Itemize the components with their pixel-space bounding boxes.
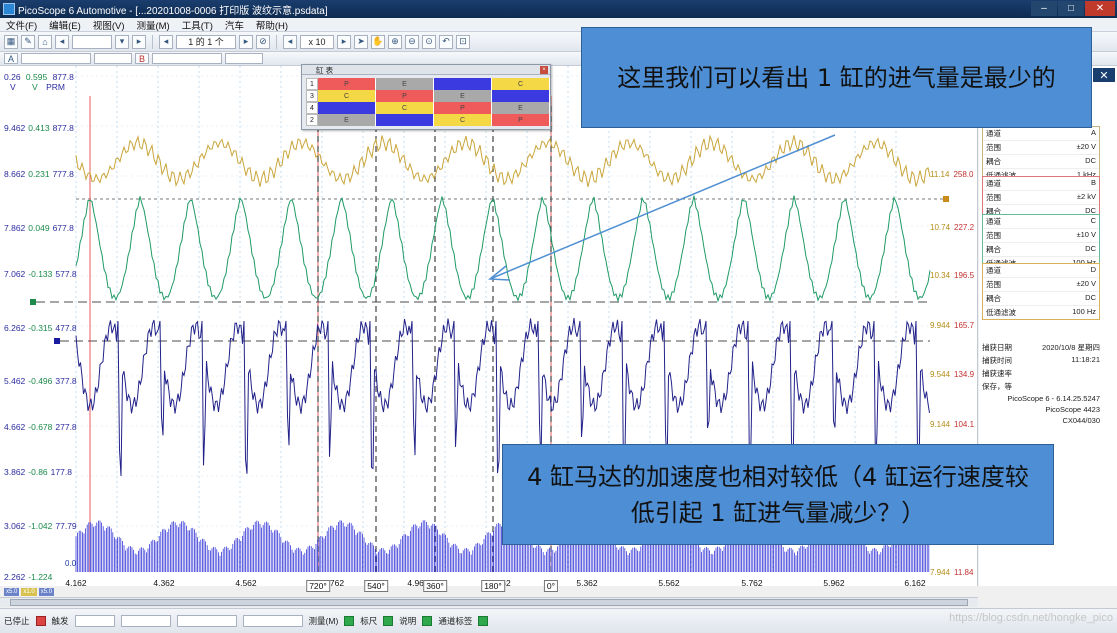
measure-add-icon[interactable] bbox=[344, 616, 355, 626]
ruler-label[interactable]: 标尺 bbox=[360, 615, 377, 627]
horizontal-scrollbar[interactable] bbox=[0, 597, 978, 607]
tag-a[interactable]: x5.0 bbox=[4, 588, 20, 596]
stop-icon[interactable] bbox=[35, 616, 46, 626]
notes-label[interactable]: 说明 bbox=[399, 615, 416, 627]
measure-label[interactable]: 测量(M) bbox=[309, 615, 339, 627]
trigger-source[interactable] bbox=[120, 615, 171, 627]
tag-b[interactable]: x1.0 bbox=[21, 588, 37, 596]
trigger-mode[interactable] bbox=[74, 615, 115, 627]
trigger-label: 触发 bbox=[51, 616, 69, 626]
picoscope-window: PicoScope 6 Automotive - [...20201008-00… bbox=[0, 0, 1117, 633]
watermark: https://blog.csdn.net/hongke_pico bbox=[949, 612, 1113, 624]
ruler-icon[interactable] bbox=[383, 616, 394, 626]
stop-label: 已停止 bbox=[4, 616, 30, 626]
channel-scale-tags: x5.0 x1.0 x5.0 bbox=[4, 588, 55, 596]
trigger-level[interactable] bbox=[176, 615, 237, 627]
tag-c[interactable]: x5.0 bbox=[38, 588, 55, 596]
scroll-thumb[interactable] bbox=[10, 599, 968, 606]
channel-labels-icon[interactable] bbox=[478, 616, 489, 626]
annotation-arrow bbox=[488, 134, 836, 281]
trigger-position[interactable] bbox=[242, 615, 303, 627]
notes-icon[interactable] bbox=[422, 616, 433, 626]
channel-labels-label[interactable]: 通道标签 bbox=[438, 615, 472, 627]
